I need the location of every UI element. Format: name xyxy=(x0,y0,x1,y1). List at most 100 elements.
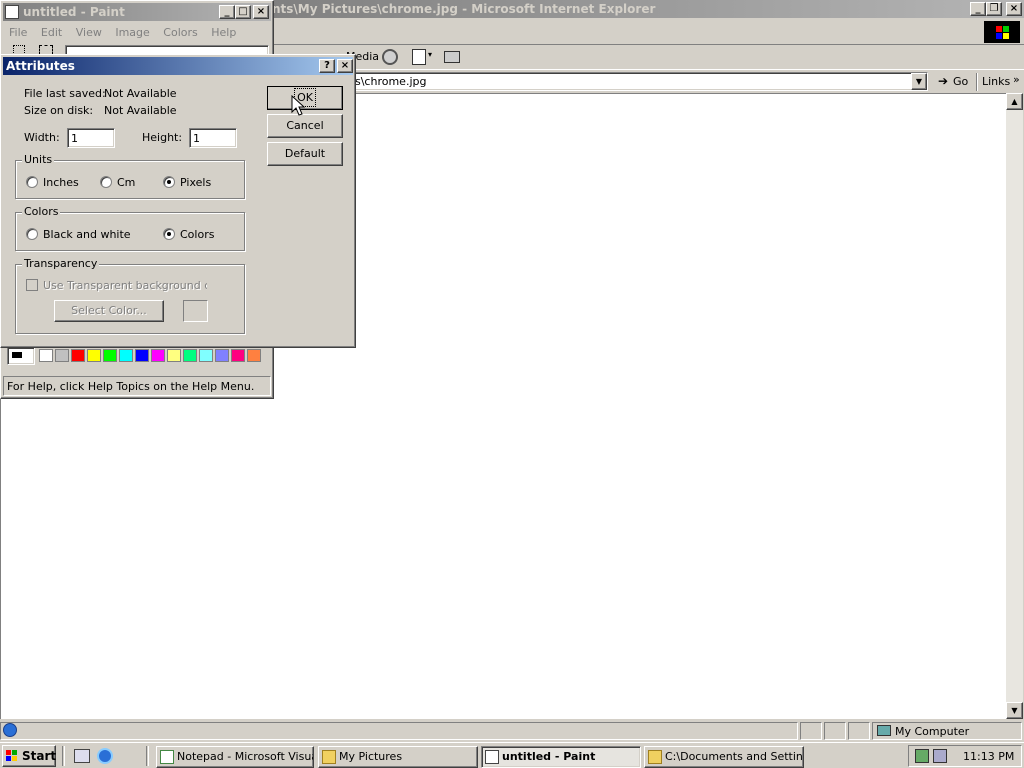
colors-group-label: Colors xyxy=(22,205,61,218)
black-white-radio[interactable] xyxy=(26,228,38,240)
palette-swatch[interactable] xyxy=(55,349,69,362)
cm-radio[interactable] xyxy=(100,176,112,188)
ok-button[interactable]: OK xyxy=(267,86,343,110)
status-pane xyxy=(800,722,822,740)
history-icon[interactable] xyxy=(382,49,398,65)
select-color-button[interactable]: Select Color... xyxy=(54,300,164,322)
colors-label[interactable]: Colors xyxy=(180,228,214,241)
ie-titlebar[interactable]: nts\My Pictures\chrome.jpg - Microsoft I… xyxy=(270,0,1024,18)
pixels-label[interactable]: Pixels xyxy=(180,176,211,189)
palette-swatch[interactable] xyxy=(183,349,197,362)
system-tray: 11:13 PM xyxy=(908,745,1022,767)
menu-view[interactable]: View xyxy=(76,26,102,39)
menu-image[interactable]: Image xyxy=(115,26,149,39)
ie-icon[interactable] xyxy=(97,748,113,764)
colors-group: Colors Black and white Colors xyxy=(15,205,245,251)
start-label: Start xyxy=(22,749,57,763)
minimize-icon[interactable]: _ xyxy=(970,2,986,16)
transparency-group-label: Transparency xyxy=(22,257,100,270)
cm-label[interactable]: Cm xyxy=(117,176,135,189)
close-icon[interactable]: × xyxy=(337,59,353,73)
default-button[interactable]: Default xyxy=(267,142,343,166)
inches-label[interactable]: Inches xyxy=(43,176,79,189)
black-white-label[interactable]: Black and white xyxy=(43,228,131,241)
palette-swatch[interactable] xyxy=(39,349,53,362)
show-desktop-icon[interactable] xyxy=(74,749,90,763)
status-pane xyxy=(0,722,798,740)
paint-statusbar: For Help, click Help Topics on the Help … xyxy=(3,376,271,396)
dialog-titlebar[interactable]: Attributes ? × xyxy=(3,57,353,75)
palette-swatch[interactable] xyxy=(135,349,149,362)
help-icon[interactable]: ? xyxy=(319,59,335,73)
task-documents[interactable]: C:\Documents and Settin... xyxy=(644,746,804,768)
palette-swatch[interactable] xyxy=(215,349,229,362)
close-icon[interactable]: × xyxy=(253,5,269,19)
scroll-down-icon[interactable]: ▼ xyxy=(1006,702,1023,719)
tray-network-icon[interactable] xyxy=(915,749,929,763)
address-input[interactable]: s\chrome.jpg ▼ xyxy=(348,72,928,91)
tray-network-icon[interactable] xyxy=(933,749,947,763)
size-on-disk-value: Not Available xyxy=(104,104,177,117)
task-my-pictures[interactable]: My Pictures xyxy=(318,746,478,768)
cancel-label: Cancel xyxy=(286,119,324,132)
address-value: s\chrome.jpg xyxy=(355,75,427,88)
task-paint[interactable]: untitled - Paint xyxy=(481,746,641,768)
transparent-label[interactable]: Use Transparent background color xyxy=(43,279,207,292)
menu-colors[interactable]: Colors xyxy=(163,26,197,39)
current-colors[interactable] xyxy=(7,347,35,365)
separator xyxy=(976,73,978,91)
chevron-down-icon[interactable]: ▾ xyxy=(428,50,432,59)
taskbar: Start Notepad - Microsoft Visua... My Pi… xyxy=(0,742,1024,768)
paint-status-text: For Help, click Help Topics on the Help … xyxy=(7,380,255,393)
print-icon[interactable] xyxy=(444,51,460,63)
menu-file[interactable]: File xyxy=(9,26,27,39)
links-button[interactable]: Links xyxy=(982,75,1010,88)
start-button[interactable]: Start xyxy=(2,745,56,767)
palette-swatch[interactable] xyxy=(247,349,261,362)
transparent-checkbox[interactable] xyxy=(26,279,38,291)
scroll-up-icon[interactable]: ▲ xyxy=(1006,93,1023,110)
ie-address-row: s\chrome.jpg ▼ ➔ Go Links » xyxy=(270,69,1024,92)
height-input[interactable]: 1 xyxy=(189,128,237,148)
menu-edit[interactable]: Edit xyxy=(41,26,62,39)
chevron-right-icon[interactable]: » xyxy=(1013,73,1020,86)
restore-icon[interactable]: ❐ xyxy=(986,2,1002,16)
ie-toolbar: Media ▾ xyxy=(270,46,1024,68)
colors-radio[interactable] xyxy=(163,228,175,240)
windows-logo-icon xyxy=(984,21,1020,43)
cancel-button[interactable]: Cancel xyxy=(267,114,343,138)
minimize-icon[interactable]: _ xyxy=(219,5,235,19)
status-pane xyxy=(824,722,846,740)
palette-swatch[interactable] xyxy=(167,349,181,362)
go-arrow-icon[interactable]: ➔ xyxy=(938,74,948,88)
maximize-icon[interactable]: □ xyxy=(235,5,251,19)
ie-menubar xyxy=(270,19,1024,45)
paint-titlebar[interactable]: untitled - Paint _ □ × xyxy=(3,3,271,21)
mail-icon[interactable] xyxy=(412,49,426,65)
palette-swatch[interactable] xyxy=(103,349,117,362)
ie-title: nts\My Pictures\chrome.jpg - Microsoft I… xyxy=(272,2,656,16)
address-dropdown-icon[interactable]: ▼ xyxy=(911,73,927,90)
palette-swatch[interactable] xyxy=(199,349,213,362)
palette-swatch[interactable] xyxy=(151,349,165,362)
paint-menubar: File Edit View Image Colors Help xyxy=(9,26,269,42)
close-icon[interactable]: × xyxy=(1006,2,1022,16)
size-on-disk-label: Size on disk: xyxy=(24,104,94,117)
height-label: Height: xyxy=(142,131,183,144)
clock[interactable]: 11:13 PM xyxy=(963,750,1014,763)
task-notepad[interactable]: Notepad - Microsoft Visua... xyxy=(156,746,314,768)
palette-swatch[interactable] xyxy=(231,349,245,362)
paint-icon xyxy=(485,750,499,764)
go-button[interactable]: Go xyxy=(953,75,968,88)
palette-swatch[interactable] xyxy=(119,349,133,362)
inches-radio[interactable] xyxy=(26,176,38,188)
menu-help[interactable]: Help xyxy=(211,26,236,39)
width-input[interactable]: 1 xyxy=(67,128,115,148)
paint-title: untitled - Paint xyxy=(23,5,125,19)
palette-swatch[interactable] xyxy=(71,349,85,362)
width-value: 1 xyxy=(71,132,78,145)
notepad-icon xyxy=(160,750,174,764)
palette-swatch[interactable] xyxy=(87,349,101,362)
ie-scrollbar[interactable]: ▲ ▼ xyxy=(1006,93,1023,719)
pixels-radio[interactable] xyxy=(163,176,175,188)
